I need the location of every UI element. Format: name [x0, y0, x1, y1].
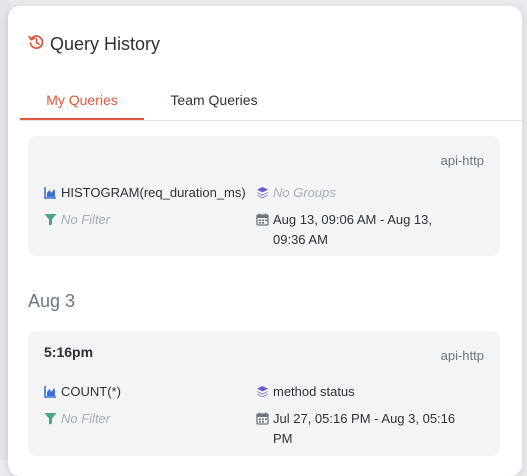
tab-my-queries[interactable]: My Queries	[20, 86, 144, 120]
history-icon	[28, 34, 50, 55]
dataset-label: api-http	[440, 153, 484, 168]
group-by-item: No Groups	[256, 183, 336, 205]
group-by-text: method status	[273, 384, 355, 399]
visualize-item: COUNT(*)	[44, 382, 121, 404]
query-history-card[interactable]: api-http HISTOGRAM(req_duration_ms) No G…	[28, 136, 500, 256]
time-range-item: Jul 27, 05:16 PM - Aug 3, 05:16 PM	[256, 409, 458, 449]
query-history-panel: Query History My Queries Team Queries ap…	[8, 6, 522, 476]
visualize-text: COUNT(*)	[61, 384, 121, 399]
visualize-item: HISTOGRAM(req_duration_ms)	[44, 183, 246, 205]
visualize-text: HISTOGRAM(req_duration_ms)	[61, 185, 246, 200]
group-by-text: No Groups	[273, 185, 336, 200]
layers-icon	[256, 382, 273, 404]
time-range-text: Aug 13, 09:06 AM - Aug 13, 09:36 AM	[273, 212, 433, 247]
filter-text: No Filter	[61, 411, 111, 426]
calendar-icon	[256, 210, 273, 232]
filter-icon	[44, 210, 61, 232]
query-list[interactable]: api-http HISTOGRAM(req_duration_ms) No G…	[8, 121, 522, 476]
filter-icon	[44, 409, 61, 431]
query-time: 5:16pm	[44, 344, 94, 360]
time-range-item: Aug 13, 09:06 AM - Aug 13, 09:36 AM	[256, 210, 458, 250]
tab-team-queries[interactable]: Team Queries	[158, 86, 270, 118]
layers-icon	[256, 183, 273, 205]
filter-item: No Filter	[44, 409, 110, 431]
time-range-text: Jul 27, 05:16 PM - Aug 3, 05:16 PM	[273, 411, 456, 446]
chart-icon	[44, 183, 61, 205]
date-group-header: Aug 3	[28, 291, 76, 311]
group-by-item: method status	[256, 382, 355, 404]
filter-item: No Filter	[44, 210, 110, 232]
calendar-icon	[256, 409, 273, 431]
query-history-card[interactable]: 5:16pm api-http COUNT(*) method status N…	[28, 331, 500, 456]
panel-header: Query History	[28, 34, 160, 55]
dataset-label: api-http	[440, 348, 484, 363]
filter-text: No Filter	[61, 212, 111, 227]
page-title: Query History	[50, 34, 161, 54]
tab-bar: My Queries Team Queries	[20, 86, 522, 121]
chart-icon	[44, 382, 61, 404]
